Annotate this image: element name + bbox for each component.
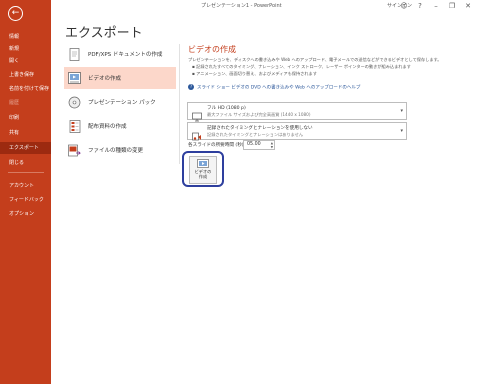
bullet-item: ▪ アニメーション、画面切り替え、およびメディアも保持されます — [192, 71, 317, 76]
option-label: ファイルの種類の変更 — [88, 148, 144, 154]
nav-item-close[interactable]: 閉じる — [0, 157, 51, 169]
close-icon[interactable]: ✕ — [460, 0, 476, 12]
smiley-icon[interactable]: ☺ — [396, 0, 412, 12]
create-button-label-2: 作成 — [198, 174, 208, 179]
nav-item-share[interactable]: 共有 — [0, 127, 51, 139]
pdf-document-icon — [68, 47, 81, 61]
help-icon[interactable]: ? — [412, 0, 428, 12]
backstage-nav: ← 情報 新規 開く 上書き保存 名前を付けて保存 履歴 印刷 共有 エクスポー… — [0, 0, 51, 384]
create-video-button[interactable]: ビデオの 作成 — [182, 151, 224, 187]
option-create-pdf[interactable]: PDF/XPS ドキュメントの作成 — [64, 43, 176, 65]
narration-icon — [192, 127, 202, 141]
seconds-spinner[interactable]: 05.00 ▲ ▼ — [243, 140, 275, 150]
chevron-down-icon: ▾ — [400, 108, 403, 114]
nav-item-options[interactable]: オプション — [0, 208, 51, 220]
page-title: エクスポート — [65, 26, 143, 41]
restore-icon[interactable]: ❐ — [444, 0, 460, 12]
seconds-value: 05.00 — [247, 142, 261, 147]
title-bar: プレゼンテーション1 - PowerPoint サインイン ☺ ? – ❐ ✕ — [51, 0, 480, 12]
timing-title: 記録されたタイミングとナレーションを使用しない — [207, 126, 313, 131]
option-label: PDF/XPS ドキュメントの作成 — [88, 52, 163, 58]
option-create-video[interactable]: ビデオの作成 — [64, 67, 176, 89]
seconds-label: 各スライドの所要時間 (秒): — [188, 143, 246, 148]
nav-item-account[interactable]: アカウント — [0, 180, 51, 192]
bullet-text: 記録されたすべてのタイミング、ナレーション、インク ストローク、レーザー ポイン… — [196, 64, 411, 69]
question-icon: ? — [188, 84, 194, 90]
timing-dropdown[interactable]: 記録されたタイミングとナレーションを使用しない 記録されたタイミングとナレーショ… — [187, 122, 407, 141]
quality-subtitle: 最大ファイル サイズおよび完全高画質 (1440 x 1080) — [207, 112, 311, 117]
nav-item-export[interactable]: エクスポート — [0, 142, 51, 154]
option-package-presentation[interactable]: プレゼンテーション パック — [64, 91, 176, 113]
option-create-handouts[interactable]: 配布資料の作成 — [64, 115, 176, 137]
window-title: プレゼンテーション1 - PowerPoint — [201, 3, 282, 9]
option-label: プレゼンテーション パック — [88, 100, 156, 106]
video-create-icon — [197, 159, 209, 168]
timing-subtitle: 記録されたタイミングとナレーションはありません — [207, 132, 304, 137]
monitor-icon — [192, 107, 202, 122]
cd-package-icon — [68, 96, 81, 109]
nav-item-open[interactable]: 開く — [0, 55, 51, 67]
bullet-text: アニメーション、画面切り替え、およびメディアも保持されます — [196, 71, 317, 76]
minimize-icon[interactable]: – — [428, 0, 444, 12]
nav-item-info[interactable]: 情報 — [0, 31, 51, 43]
option-label: ビデオの作成 — [88, 76, 122, 82]
help-link-text: スライド ショー ビデオの DVD への書き込みや Web へのアップロードのヘ… — [197, 85, 361, 91]
nav-item-new[interactable]: 新規 — [0, 43, 51, 55]
nav-item-feedback[interactable]: フィードバック — [0, 194, 51, 206]
nav-item-print[interactable]: 印刷 — [0, 112, 51, 124]
section-title: ビデオの作成 — [188, 45, 236, 54]
option-change-file-type[interactable]: ファイルの種類の変更 — [64, 139, 176, 161]
nav-item-history: 履歴 — [9, 100, 20, 106]
bullet-item: ▪ 記録されたすべてのタイミング、ナレーション、インク ストローク、レーザー ポ… — [192, 64, 411, 69]
nav-item-save-as[interactable]: 名前を付けて保存 — [0, 83, 51, 95]
help-link[interactable]: ? スライド ショー ビデオの DVD への書き込みや Web へのアップロードの… — [188, 84, 360, 91]
nav-item-save[interactable]: 上書き保存 — [0, 69, 51, 81]
video-icon — [68, 72, 81, 85]
back-arrow-icon[interactable]: ← — [8, 6, 23, 21]
nav-divider — [8, 172, 44, 173]
quality-title: フル HD (1080 p) — [207, 106, 246, 111]
chevron-down-icon: ▾ — [400, 128, 403, 134]
create-video-button-face: ビデオの 作成 — [189, 156, 217, 184]
handouts-icon — [68, 119, 81, 133]
column-divider — [179, 44, 180, 164]
spin-down-icon[interactable]: ▼ — [271, 145, 273, 149]
quality-dropdown[interactable]: フル HD (1080 p) 最大ファイル サイズおよび完全高画質 (1440 … — [187, 102, 407, 122]
option-label: 配布資料の作成 — [88, 124, 127, 130]
section-description: プレゼンテーションを、ディスクへの書き込みや Web へのアップロード、電子メー… — [188, 57, 442, 62]
file-type-icon — [68, 144, 81, 157]
